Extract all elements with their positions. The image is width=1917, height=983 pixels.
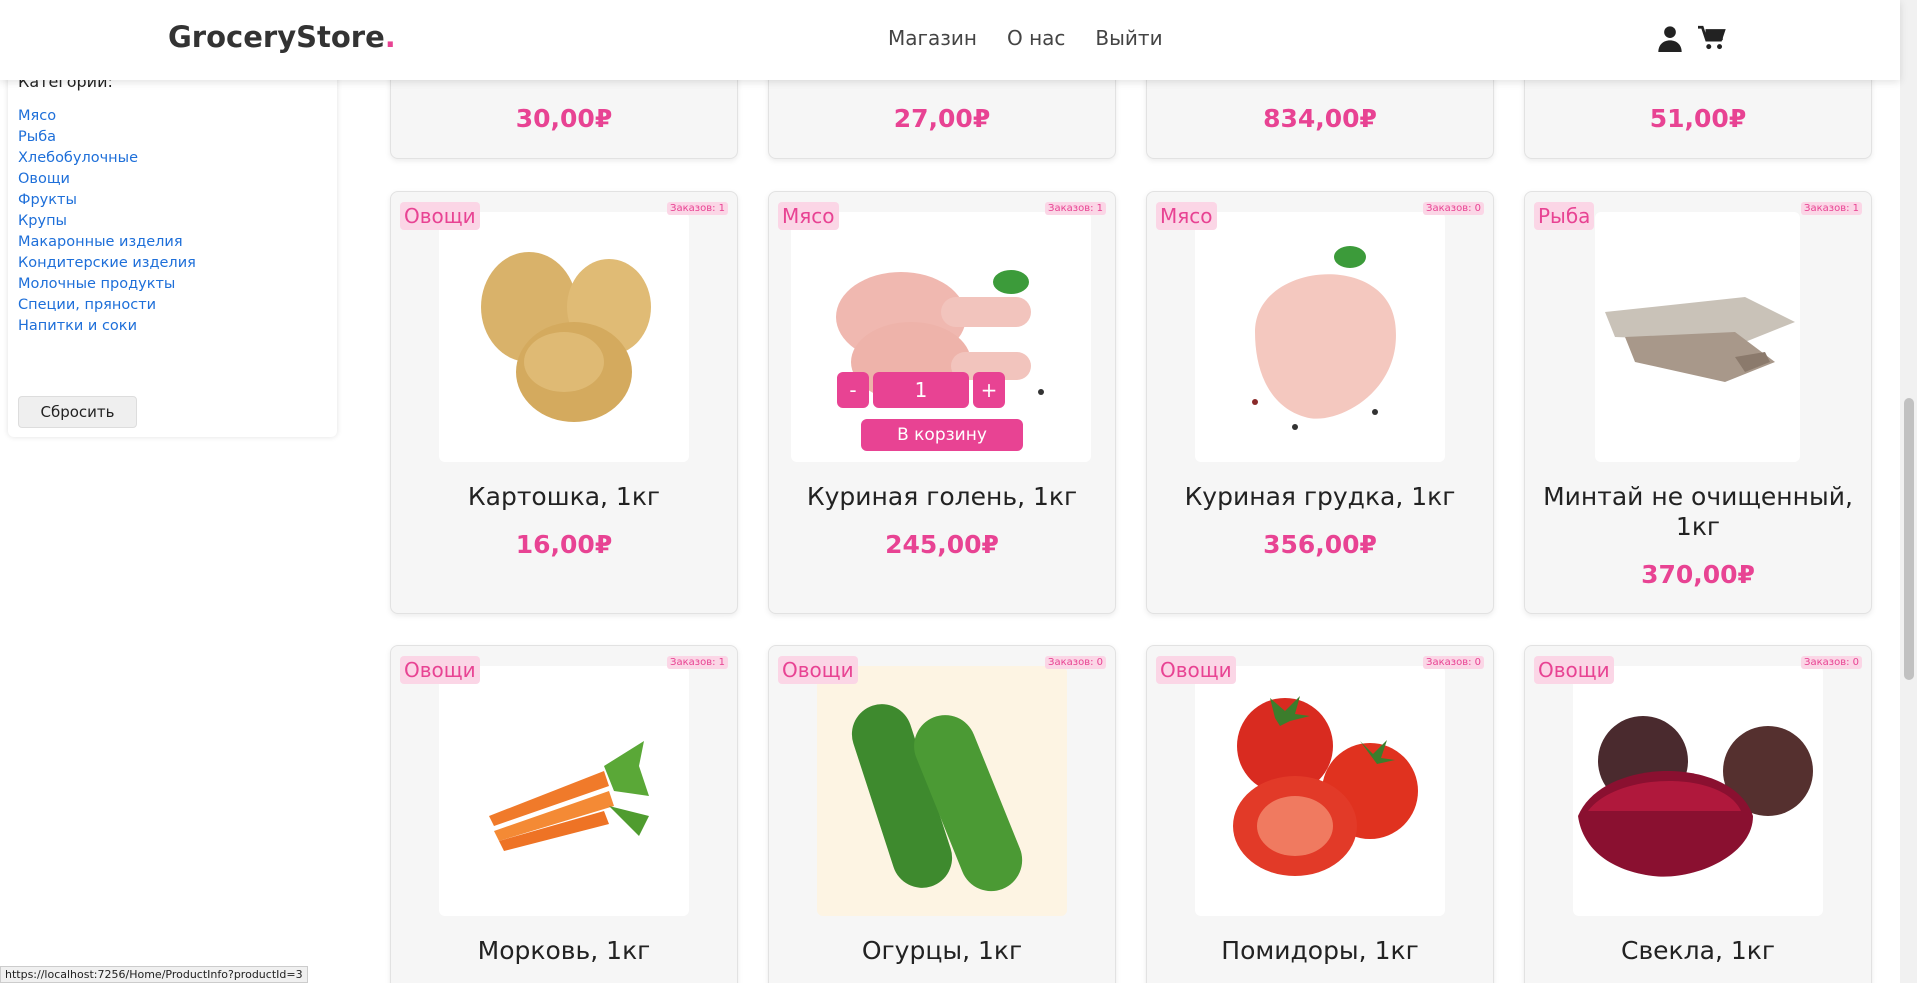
beet-image (1578, 716, 1813, 877)
category-badge: Овощи (400, 202, 480, 230)
top-navbar: GroceryStore. Магазин О нас Выйти (0, 0, 1900, 80)
carrot-image (489, 741, 649, 851)
category-link-spices[interactable]: Специи, пряности (18, 295, 196, 316)
product-price: 30,00₽ (515, 104, 613, 133)
product-price: 27,00₽ (893, 104, 991, 133)
orders-count-badge: Заказов: 1 (667, 656, 728, 669)
product-card[interactable]: Овощи Заказов: 1 Морковь, 1кг (390, 645, 738, 983)
orders-count-badge: Заказов: 1 (667, 202, 728, 215)
product-card[interactable]: Рыба Заказов: 1 Минтай не очищенный, 1кг… (1524, 191, 1872, 614)
product-image[interactable] (439, 212, 689, 462)
category-link-vegetables[interactable]: Овощи (18, 169, 196, 190)
product-image[interactable] (1195, 212, 1445, 462)
main-nav: Магазин О нас Выйти (888, 26, 1163, 50)
product-name[interactable]: Морковь, 1кг (391, 936, 737, 966)
product-image[interactable] (1195, 666, 1445, 916)
product-price: 834,00₽ (1263, 104, 1377, 133)
category-badge: Мясо (778, 202, 839, 230)
product-name[interactable]: Картошка, 1кг (391, 482, 737, 512)
orders-count-badge: Заказов: 1 (1045, 202, 1106, 215)
category-badge: Овощи (400, 656, 480, 684)
category-link-drinks[interactable]: Напитки и соки (18, 316, 196, 337)
product-name[interactable]: Куриная грудка, 1кг (1147, 482, 1493, 512)
product-card[interactable]: Мясо Заказов: 0 Куриная грудка, 1кг 356,… (1146, 191, 1494, 614)
cucumber-image (851, 704, 1023, 892)
category-badge: Овощи (778, 656, 858, 684)
product-image[interactable] (439, 666, 689, 916)
product-card[interactable]: Овощи Заказов: 0 Огурцы, 1кг (768, 645, 1116, 983)
nav-logout-link[interactable]: Выйти (1095, 26, 1162, 50)
cart-icon[interactable] (1698, 24, 1726, 52)
quantity-input[interactable]: 1 (873, 372, 969, 408)
decrease-button[interactable]: - (837, 372, 869, 408)
product-name[interactable]: Огурцы, 1кг (769, 936, 1115, 966)
category-link-grains[interactable]: Крупы (18, 211, 196, 232)
link-status-bar: https://localhost:7256/Home/ProductInfo?… (0, 966, 308, 983)
category-link-bakery[interactable]: Хлебобулочные (18, 148, 196, 169)
orders-count-badge: Заказов: 1 (1801, 202, 1862, 215)
reset-button[interactable]: Сбросить (18, 396, 137, 428)
category-badge: Рыба (1534, 202, 1595, 230)
brand-logo[interactable]: GroceryStore. (168, 20, 396, 54)
nav-about-link[interactable]: О нас (1007, 26, 1065, 50)
product-card[interactable]: Овощи Заказов: 0 Помидоры, 1кг (1146, 645, 1494, 983)
fish-image (1605, 297, 1795, 382)
category-badge: Овощи (1534, 656, 1614, 684)
category-list: Мясо Рыба Хлебобулочные Овощи Фрукты Кру… (18, 106, 196, 337)
user-icon[interactable] (1656, 24, 1684, 52)
orders-count-badge: Заказов: 0 (1423, 202, 1484, 215)
product-name[interactable]: Свекла, 1кг (1525, 936, 1871, 966)
product-price: 370,00₽ (1641, 560, 1755, 589)
potato-image (481, 252, 651, 422)
orders-count-badge: Заказов: 0 (1801, 656, 1862, 669)
category-badge: Овощи (1156, 656, 1236, 684)
product-card[interactable]: Овощи Заказов: 1 Картошка, 1кг 16,00₽ (390, 191, 738, 614)
add-to-cart-button[interactable]: В корзину (861, 419, 1023, 451)
page-scrollbar[interactable] (1900, 0, 1917, 983)
tomato-image (1233, 696, 1418, 876)
product-image[interactable] (1595, 212, 1800, 462)
product-price: 16,00₽ (515, 530, 613, 559)
product-card[interactable]: Мясо Заказов: 1 - 1 + В корзину Куриная … (768, 191, 1116, 614)
quantity-stepper: - 1 + (837, 372, 1005, 408)
product-image[interactable] (1573, 666, 1823, 916)
product-price: 356,00₽ (1263, 530, 1377, 559)
chicken-breast-image (1252, 246, 1396, 430)
orders-count-badge: Заказов: 0 (1423, 656, 1484, 669)
category-link-confectionery[interactable]: Кондитерские изделия (18, 253, 196, 274)
nav-shop-link[interactable]: Магазин (888, 26, 977, 50)
category-link-meat[interactable]: Мясо (18, 106, 196, 127)
product-card[interactable]: Овощи Заказов: 0 Свекла, 1кг (1524, 645, 1872, 983)
category-link-pasta[interactable]: Макаронные изделия (18, 232, 196, 253)
category-link-dairy[interactable]: Молочные продукты (18, 274, 196, 295)
filter-sidebar: Категории: Мясо Рыба Хлебобулочные Овощи… (8, 40, 337, 437)
orders-count-badge: Заказов: 0 (1045, 656, 1106, 669)
product-name[interactable]: Минтай не очищенный, 1кг (1525, 482, 1871, 542)
product-price: 51,00₽ (1649, 104, 1747, 133)
category-link-fish[interactable]: Рыба (18, 127, 196, 148)
product-name[interactable]: Куриная голень, 1кг (769, 482, 1115, 512)
product-image[interactable] (817, 666, 1067, 916)
product-name[interactable]: Помидоры, 1кг (1147, 936, 1493, 966)
increase-button[interactable]: + (973, 372, 1005, 408)
category-badge: Мясо (1156, 202, 1217, 230)
product-price: 245,00₽ (885, 530, 999, 559)
category-link-fruits[interactable]: Фрукты (18, 190, 196, 211)
scrollbar-thumb[interactable] (1904, 398, 1914, 680)
